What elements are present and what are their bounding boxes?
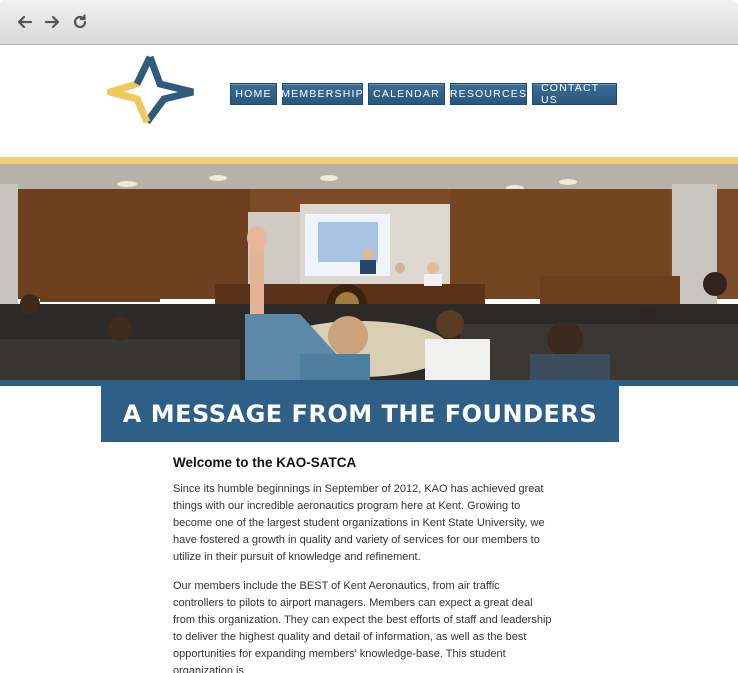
- nav-resources[interactable]: RESOURCES: [450, 83, 527, 105]
- nav-membership[interactable]: MEMBERSHIP: [281, 83, 363, 105]
- main-nav: HOME MEMBERSHIP CALENDAR RESOURCES CONTA…: [230, 82, 617, 106]
- nav-home[interactable]: HOME: [230, 83, 277, 105]
- browser-toolbar: [0, 0, 738, 45]
- arrow-left-icon: [17, 15, 33, 29]
- paragraph-1: Since its humble beginnings in September…: [173, 483, 545, 563]
- nav-contact-us[interactable]: CONTACT US: [532, 82, 617, 106]
- back-button[interactable]: [15, 12, 35, 32]
- reload-button[interactable]: [70, 12, 90, 32]
- four-point-star-logo: [96, 55, 194, 125]
- gold-divider: [0, 157, 738, 164]
- founders-message: Welcome to the KAO-SATCA Since its humbl…: [173, 455, 553, 673]
- site-logo[interactable]: [96, 54, 196, 125]
- forward-button[interactable]: [42, 12, 62, 32]
- section-banner: A MESSAGE FROM THE FOUNDERS: [101, 386, 619, 442]
- welcome-heading: Welcome to the KAO-SATCA: [173, 455, 357, 470]
- nav-calendar[interactable]: CALENDAR: [368, 83, 445, 105]
- reload-icon: [73, 14, 87, 29]
- arrow-right-icon: [44, 15, 60, 29]
- hero-image: [0, 164, 738, 380]
- banner-title: A MESSAGE FROM THE FOUNDERS: [122, 400, 598, 428]
- paragraph-2: Our members include the BEST of Kent Aer…: [173, 580, 552, 673]
